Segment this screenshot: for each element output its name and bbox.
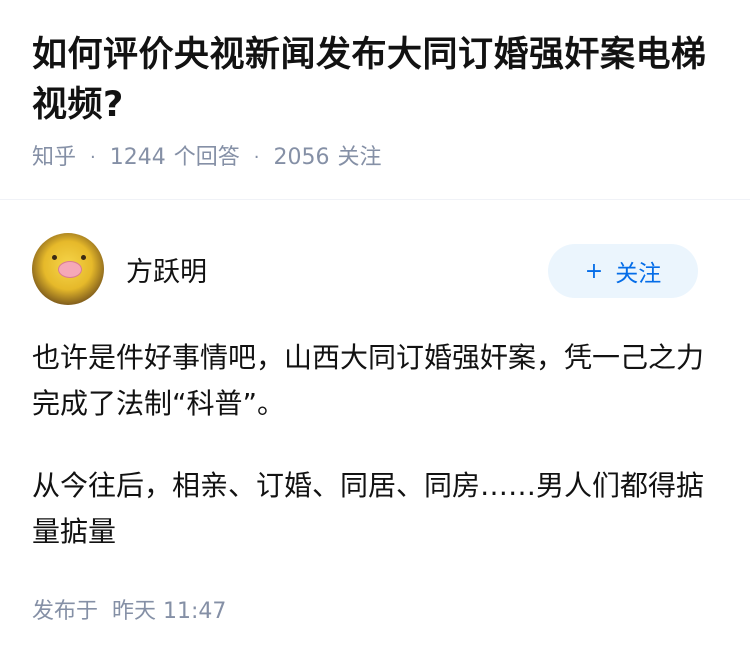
source-label[interactable]: 知乎 [32, 142, 76, 174]
separator-dot: · [90, 147, 96, 168]
follow-button[interactable]: + 关注 [548, 244, 698, 298]
author-row: 方跃明 + 关注 [32, 233, 718, 305]
publish-timestamp: 昨天 11:47 [112, 599, 227, 624]
avatar-snout [58, 261, 82, 278]
follow-count: 2056 [273, 145, 330, 170]
avatar-eye [81, 255, 86, 260]
follow-count-label[interactable]: 关注 [338, 142, 382, 174]
avatar-eye [52, 255, 57, 260]
answer-card: 方跃明 + 关注 也许是件好事情吧，山西大同订婚强奸案，凭一己之力完成了法制“科… [32, 233, 718, 591]
section-divider [0, 199, 750, 200]
question-meta: 知乎 · 1244 个回答 · 2056 关注 [32, 142, 718, 174]
follow-button-label: 关注 [615, 261, 662, 287]
answer-count: 1244 [109, 145, 166, 170]
answer-paragraph: 也许是件好事情吧，山西大同订婚强奸案，凭一己之力完成了法制“科普”。 [32, 341, 705, 420]
plus-icon: + [584, 258, 604, 284]
separator-dot: · [253, 147, 260, 168]
avatar[interactable] [32, 233, 104, 305]
publish-time: 发布于 昨天 11:47 [32, 596, 226, 628]
question-header: 如何评价央视新闻发布大同订婚强奸案电梯视频? 知乎 · 1244 个回答 · 2… [0, 0, 750, 174]
author-name[interactable]: 方跃明 [126, 250, 548, 289]
question-title[interactable]: 如何评价央视新闻发布大同订婚强奸案电梯视频? [32, 30, 718, 130]
answer-count-label[interactable]: 个回答 [174, 142, 240, 174]
answer-paragraph: 从今往后，相亲、订婚、同居、同房……男人们都得掂量掂量 [32, 469, 705, 548]
publish-label: 发布于 [32, 599, 99, 624]
answer-content[interactable]: 也许是件好事情吧，山西大同订婚强奸案，凭一己之力完成了法制“科普”。 从今往后，… [32, 335, 712, 555]
